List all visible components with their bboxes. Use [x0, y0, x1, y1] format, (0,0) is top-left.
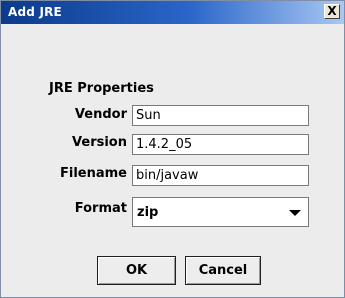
vendor-label: Vendor	[74, 107, 127, 122]
filename-field[interactable]	[132, 165, 309, 186]
close-icon: X	[327, 4, 337, 18]
dialog-title: Add JRE	[8, 5, 62, 19]
close-button[interactable]: X	[324, 4, 340, 19]
vendor-field[interactable]	[132, 105, 309, 126]
section-heading: JRE Properties	[49, 81, 154, 96]
format-dropdown[interactable]: zip	[132, 197, 309, 227]
version-field[interactable]	[132, 134, 309, 155]
ok-button[interactable]: OK	[97, 256, 176, 285]
cancel-button[interactable]: Cancel	[185, 256, 261, 285]
version-label: Version	[72, 135, 127, 150]
title-bar[interactable]: Add JRE X	[1, 1, 344, 24]
chevron-down-icon[interactable]	[289, 210, 301, 216]
filename-label: Filename	[60, 166, 127, 181]
format-label: Format	[74, 201, 127, 216]
format-selected-value: zip	[137, 205, 159, 220]
add-jre-dialog: Add JRE X JRE Properties Vendor Version …	[0, 0, 345, 298]
